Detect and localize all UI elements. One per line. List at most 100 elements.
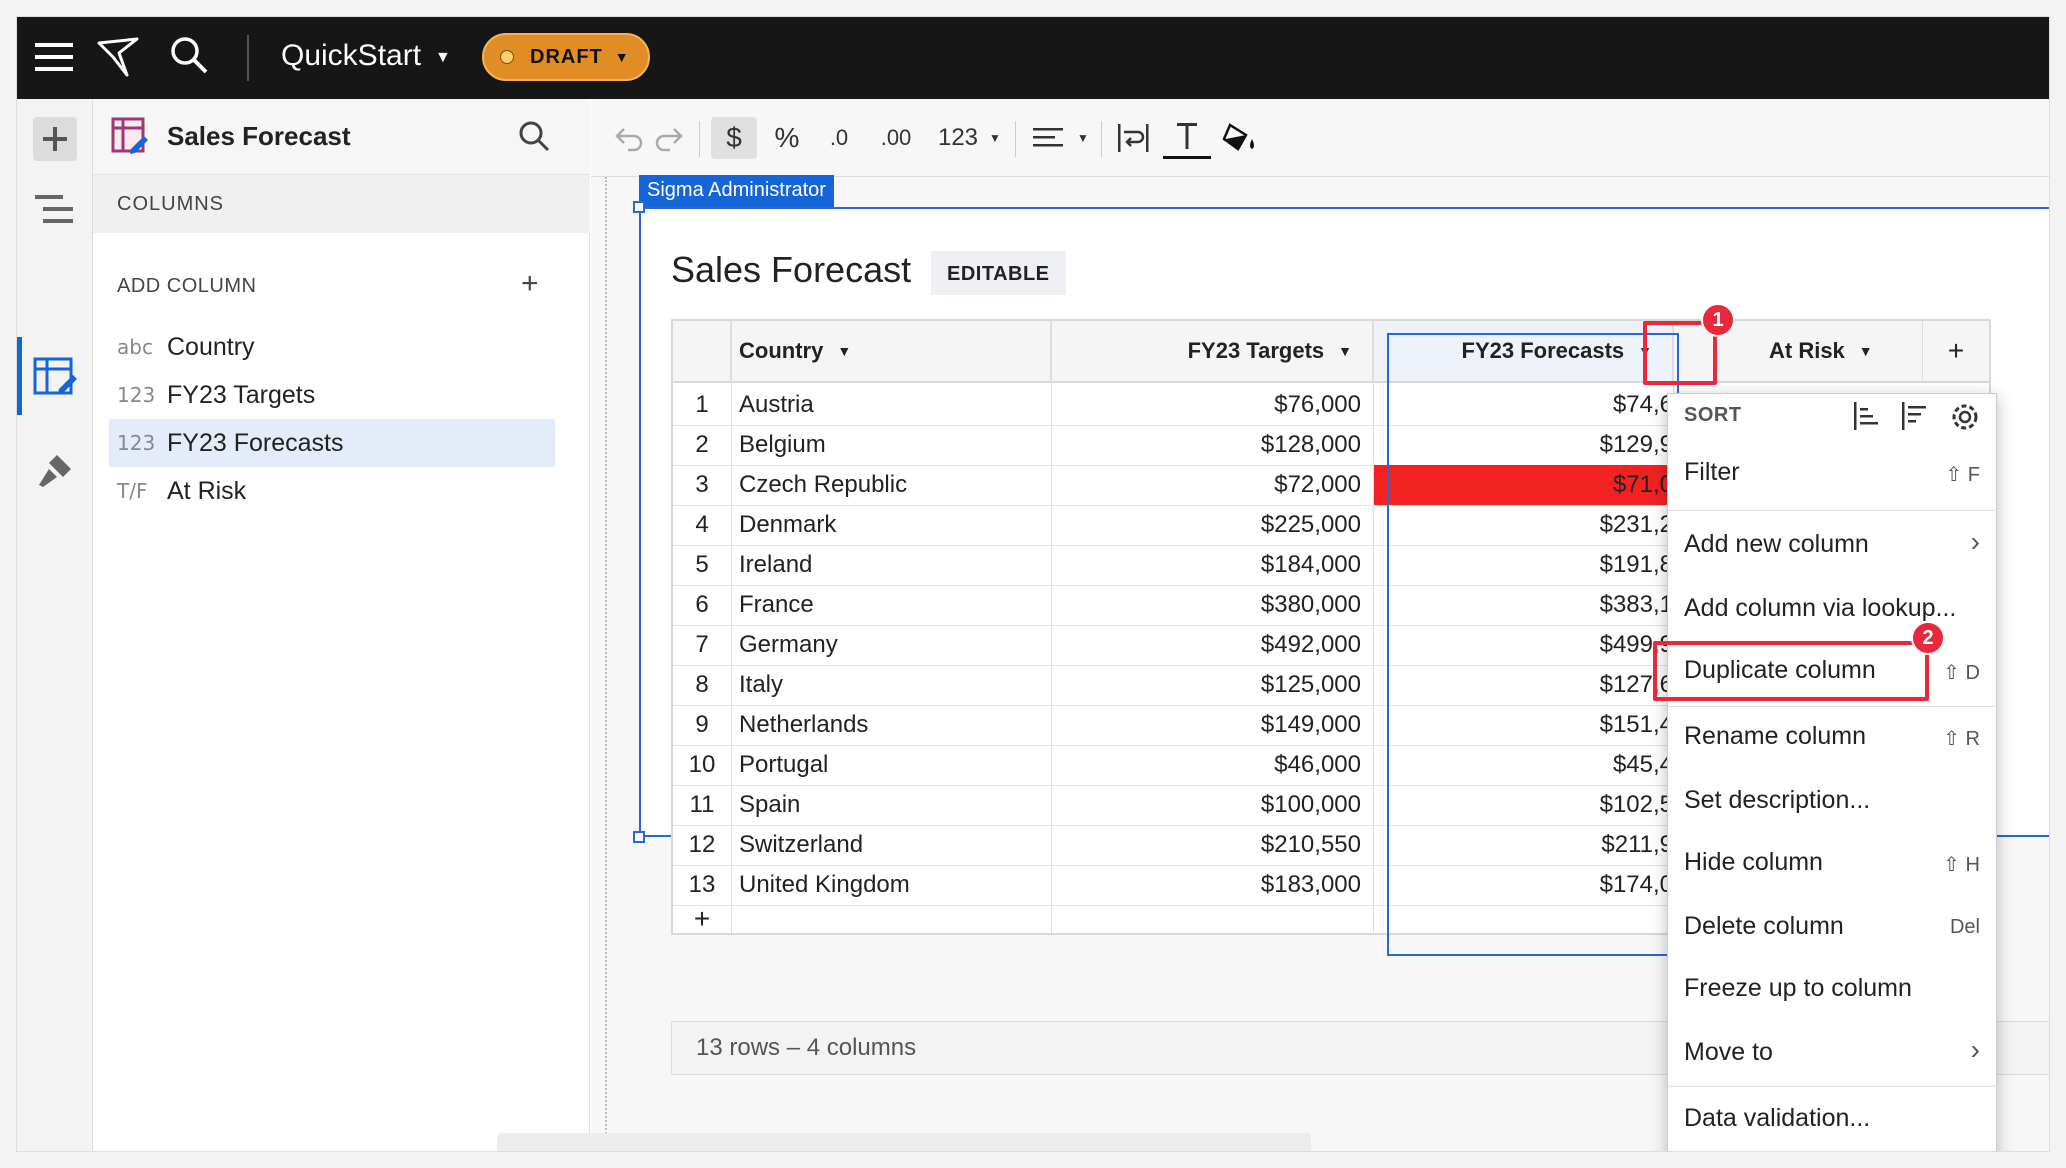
row-number: 10 bbox=[688, 751, 716, 778]
format-brush-icon[interactable] bbox=[33, 449, 77, 493]
country-cell[interactable]: Belgium bbox=[739, 431, 826, 459]
country-cell[interactable]: Ireland bbox=[739, 551, 812, 579]
chevron-down-icon[interactable]: ▼ bbox=[1638, 343, 1652, 359]
gear-icon[interactable] bbox=[1948, 400, 1982, 439]
column-header-fy23-targets[interactable]: FY23 Targets ▼ bbox=[1051, 321, 1373, 383]
target-cell[interactable]: $210,550 bbox=[1051, 831, 1361, 859]
forecast-cell[interactable]: $174,0 bbox=[1373, 871, 1673, 899]
forecast-cell[interactable]: $151,4 bbox=[1373, 711, 1673, 739]
country-cell[interactable]: Austria bbox=[739, 391, 814, 419]
menu-item-set-description[interactable]: Set description... bbox=[1684, 786, 1870, 815]
add-column-plus-icon[interactable]: + bbox=[521, 267, 539, 301]
country-cell[interactable]: United Kingdom bbox=[739, 871, 910, 899]
menu-divider bbox=[1668, 706, 1998, 707]
menu-item-add-new-column[interactable]: Add new column bbox=[1684, 530, 1869, 559]
forecast-cell[interactable]: $191,8 bbox=[1373, 551, 1673, 579]
country-cell[interactable]: Czech Republic bbox=[739, 471, 907, 499]
element-title[interactable]: Sales Forecast bbox=[671, 249, 911, 291]
search-icon[interactable] bbox=[517, 119, 551, 158]
undo-icon[interactable] bbox=[611, 117, 647, 159]
country-cell[interactable]: Portugal bbox=[739, 751, 828, 779]
target-cell[interactable]: $72,000 bbox=[1051, 471, 1361, 499]
menu-item-filter[interactable]: Filter bbox=[1684, 458, 1740, 487]
increase-decimals-button[interactable]: .00 bbox=[869, 117, 923, 159]
forecast-cell[interactable]: $102,5 bbox=[1373, 791, 1673, 819]
target-cell[interactable]: $492,000 bbox=[1051, 631, 1361, 659]
target-cell[interactable]: $149,000 bbox=[1051, 711, 1361, 739]
add-column-label[interactable]: ADD COLUMN bbox=[117, 275, 256, 298]
chevron-down-icon[interactable]: ▼ bbox=[435, 49, 451, 67]
menu-item-move-to[interactable]: Move to bbox=[1684, 1038, 1773, 1067]
resize-handle[interactable] bbox=[633, 831, 645, 843]
forecast-cell[interactable]: $211,9 bbox=[1373, 831, 1673, 859]
forecast-cell[interactable]: $231,2 bbox=[1373, 511, 1673, 539]
target-cell[interactable]: $100,000 bbox=[1051, 791, 1361, 819]
column-item-fy23-forecasts[interactable]: 123 FY23 Forecasts bbox=[109, 419, 555, 467]
menu-item-delete-column[interactable]: Delete column bbox=[1684, 912, 1844, 941]
forecast-cell[interactable]: $129,9 bbox=[1373, 431, 1673, 459]
add-column-button[interactable]: + bbox=[1923, 321, 1989, 383]
country-cell[interactable]: Italy bbox=[739, 671, 783, 699]
menu-item-rename-column[interactable]: Rename column bbox=[1684, 722, 1866, 751]
forecast-cell[interactable]: $499,9 bbox=[1373, 631, 1673, 659]
country-cell[interactable]: Spain bbox=[739, 791, 800, 819]
country-cell[interactable]: France bbox=[739, 591, 814, 619]
column-header-fy23-forecasts[interactable]: FY23 Forecasts ▼ bbox=[1373, 321, 1673, 383]
fill-color-icon[interactable] bbox=[1219, 117, 1263, 159]
wrap-text-icon[interactable] bbox=[1111, 117, 1155, 159]
chevron-down-icon[interactable]: ▼ bbox=[1073, 117, 1093, 159]
sigma-logo-icon[interactable] bbox=[97, 35, 141, 84]
column-item-country[interactable]: abc Country bbox=[109, 323, 555, 371]
forecast-cell[interactable]: $71,0 bbox=[1373, 471, 1673, 499]
country-cell[interactable]: Netherlands bbox=[739, 711, 868, 739]
align-left-icon[interactable] bbox=[1027, 117, 1071, 159]
shortcut-hint: ⇧ D bbox=[1943, 662, 1980, 684]
add-element-icon[interactable] bbox=[33, 117, 77, 161]
decrease-decimals-button[interactable]: .0 bbox=[817, 117, 861, 159]
chevron-down-icon[interactable]: ▼ bbox=[1859, 343, 1873, 359]
hamburger-menu-icon[interactable] bbox=[35, 39, 75, 80]
column-item-at-risk[interactable]: T/F At Risk bbox=[109, 467, 555, 515]
outline-icon[interactable] bbox=[33, 187, 77, 231]
number-format-dropdown[interactable]: 123 bbox=[931, 117, 985, 159]
text-color-icon[interactable] bbox=[1163, 117, 1211, 159]
target-cell[interactable]: $183,000 bbox=[1051, 871, 1361, 899]
target-cell[interactable]: $46,000 bbox=[1051, 751, 1361, 779]
currency-format-button[interactable]: $ bbox=[711, 117, 757, 159]
chevron-down-icon[interactable]: ▼ bbox=[985, 117, 1005, 159]
draft-status-button[interactable]: DRAFT ▼ bbox=[482, 33, 650, 81]
target-cell[interactable]: $225,000 bbox=[1051, 511, 1361, 539]
column-header-country[interactable]: Country ▼ bbox=[731, 321, 1051, 383]
add-row-button[interactable]: + bbox=[673, 903, 731, 935]
resize-handle[interactable] bbox=[633, 201, 645, 213]
redo-icon[interactable] bbox=[651, 117, 687, 159]
target-cell[interactable]: $380,000 bbox=[1051, 591, 1361, 619]
target-cell[interactable]: $184,000 bbox=[1051, 551, 1361, 579]
menu-item-freeze-up-to-column[interactable]: Freeze up to column bbox=[1684, 974, 1912, 1003]
target-cell[interactable]: $128,000 bbox=[1051, 431, 1361, 459]
menu-item-data-validation[interactable]: Data validation... bbox=[1684, 1104, 1870, 1133]
menu-item-duplicate-column[interactable]: Duplicate column bbox=[1684, 656, 1876, 685]
country-cell[interactable]: Germany bbox=[739, 631, 838, 659]
element-properties-icon[interactable] bbox=[33, 355, 77, 399]
country-cell[interactable]: Switzerland bbox=[739, 831, 863, 859]
column-header-label: At Risk bbox=[1769, 338, 1845, 363]
canvas-grid-guide bbox=[605, 177, 609, 1151]
percent-format-button[interactable]: % bbox=[765, 117, 809, 159]
chevron-down-icon[interactable]: ▼ bbox=[837, 343, 851, 359]
menu-item-hide-column[interactable]: Hide column bbox=[1684, 848, 1823, 877]
forecast-cell[interactable]: $74,6 bbox=[1373, 391, 1673, 419]
search-icon[interactable] bbox=[169, 35, 209, 80]
workbook-title[interactable]: QuickStart bbox=[281, 39, 421, 73]
forecast-cell[interactable]: $127,6 bbox=[1373, 671, 1673, 699]
sort-descending-icon[interactable] bbox=[1900, 400, 1930, 437]
target-cell[interactable]: $76,000 bbox=[1051, 391, 1361, 419]
chevron-down-icon[interactable]: ▼ bbox=[1338, 343, 1352, 359]
column-item-fy23-targets[interactable]: 123 FY23 Targets bbox=[109, 371, 555, 419]
forecast-cell[interactable]: $45,4 bbox=[1373, 751, 1673, 779]
menu-item-add-column-via-lookup[interactable]: Add column via lookup... bbox=[1684, 594, 1956, 623]
country-cell[interactable]: Denmark bbox=[739, 511, 836, 539]
target-cell[interactable]: $125,000 bbox=[1051, 671, 1361, 699]
forecast-cell[interactable]: $383,1 bbox=[1373, 591, 1673, 619]
sort-ascending-icon[interactable] bbox=[1852, 400, 1882, 437]
